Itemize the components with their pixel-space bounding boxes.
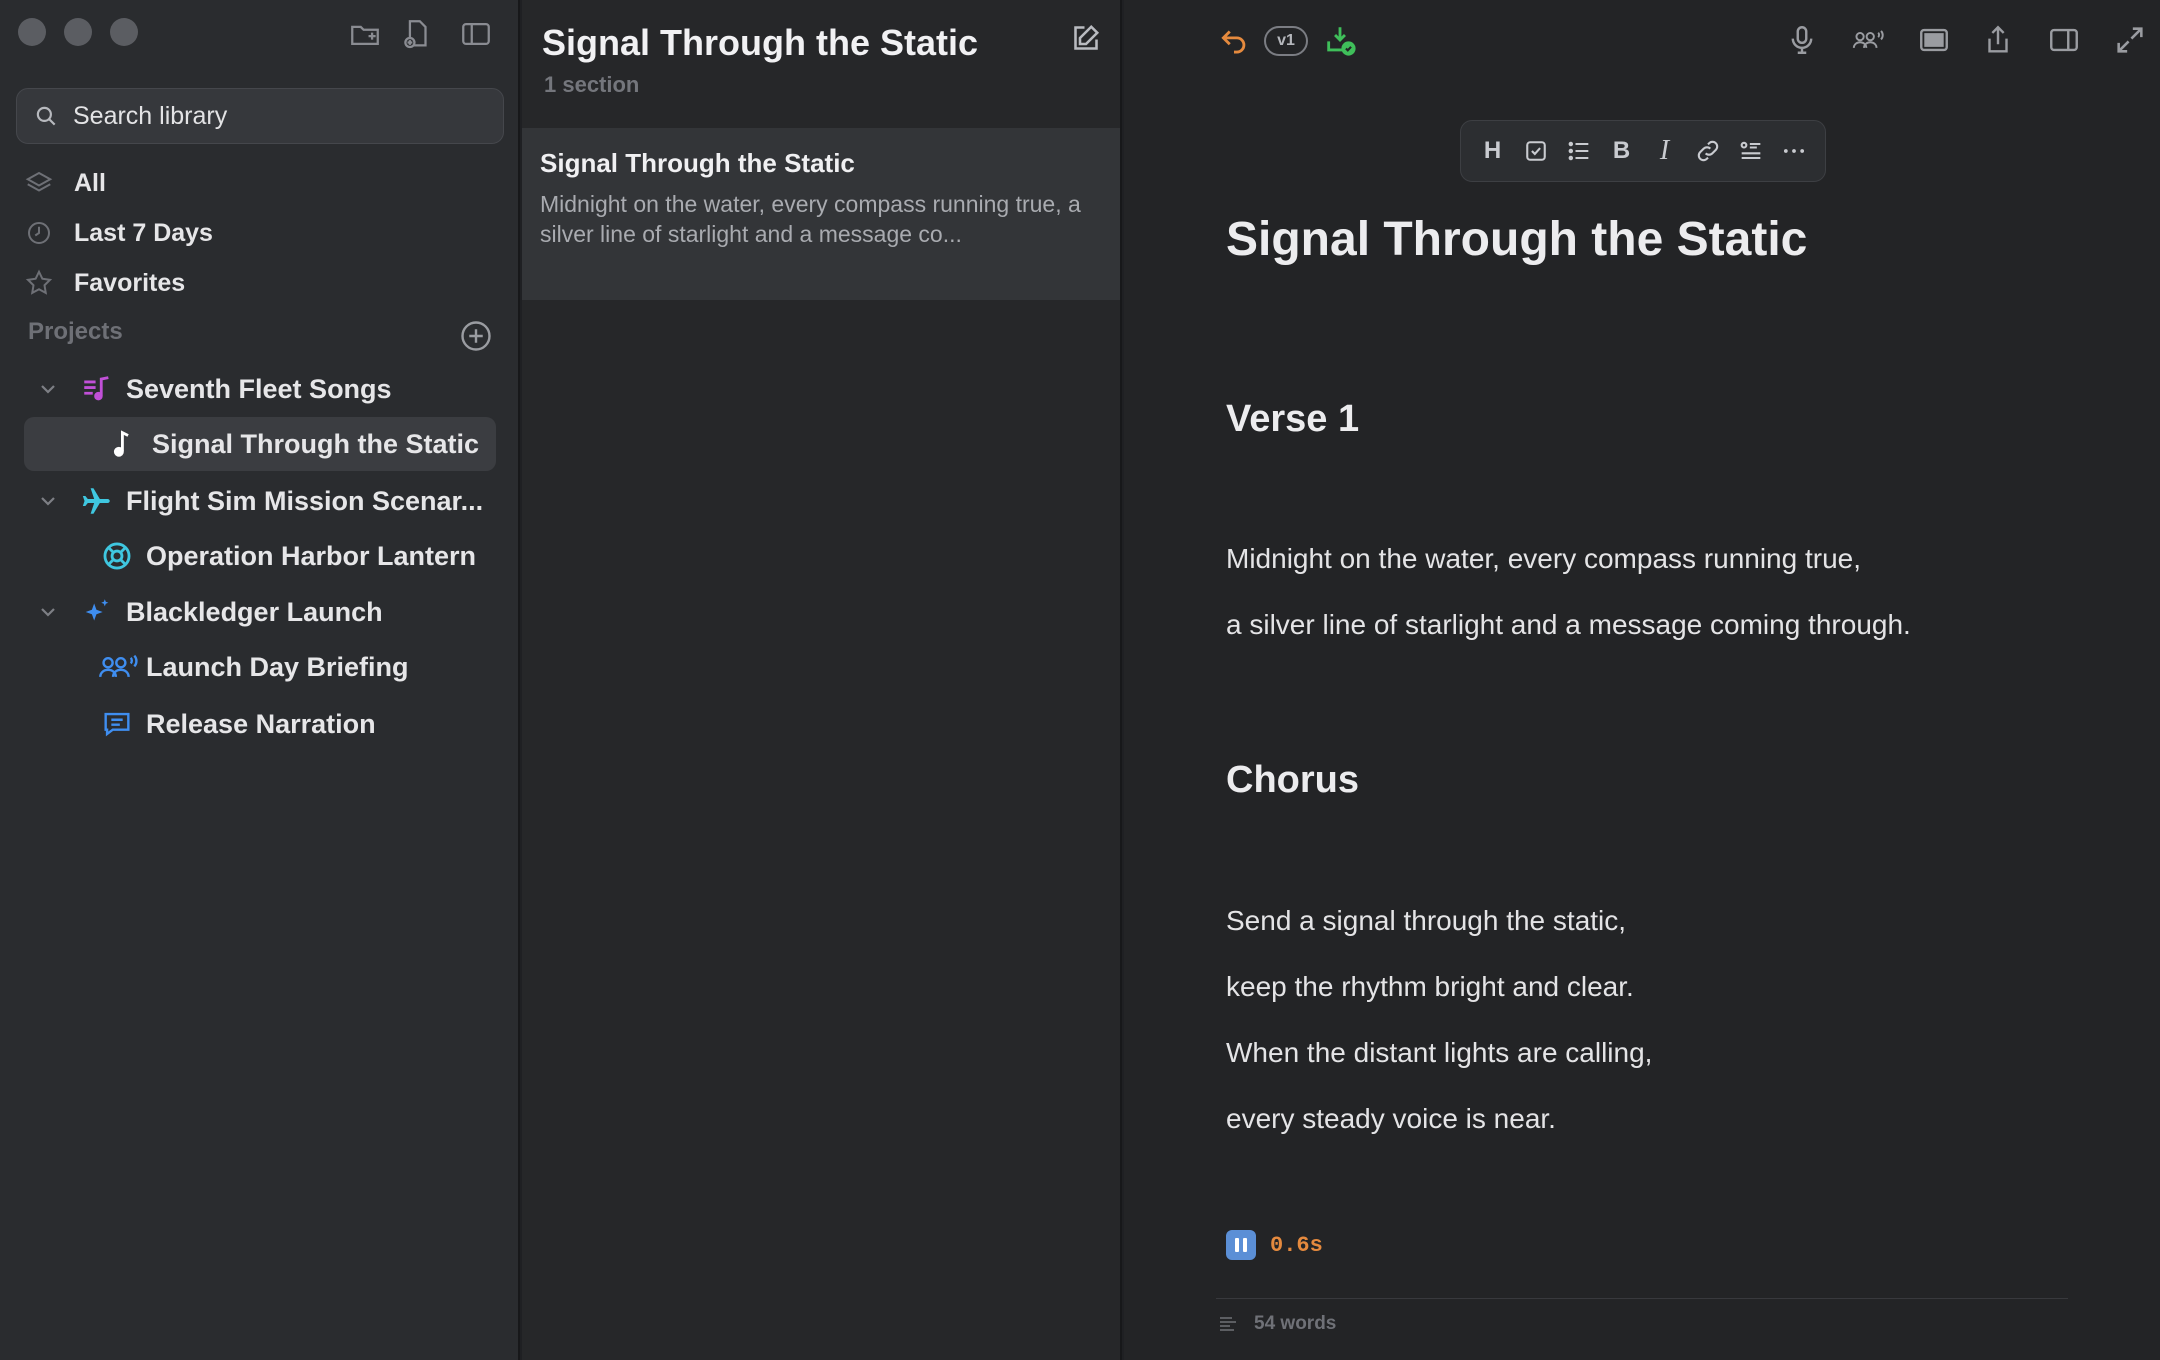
bullet-list-button[interactable] (1557, 129, 1600, 173)
tree-item-label: Operation Harbor Lantern (146, 540, 477, 571)
project-flight-sim-mission-scenarios[interactable]: Flight Sim Mission Scenar... (36, 474, 483, 528)
nav-item-label: All (74, 168, 106, 197)
toggle-inspector-icon[interactable] (2042, 18, 2086, 62)
document-title[interactable]: Signal Through the Static (1226, 212, 1807, 267)
footer-divider (1216, 1298, 2068, 1299)
lyric-line[interactable]: keep the rhythm bright and clear. (1226, 971, 1634, 1003)
version-badge[interactable]: v1 (1264, 26, 1308, 56)
window-minimize-button[interactable] (64, 18, 92, 46)
chevron-down-icon[interactable] (36, 600, 60, 624)
playback-timer: 0.6s (1226, 1230, 1323, 1260)
new-folder-icon[interactable] (345, 14, 385, 54)
bold-button[interactable]: B (1600, 129, 1643, 173)
music-list-icon (84, 376, 109, 401)
section-heading[interactable]: Chorus (1226, 759, 1359, 802)
lyric-line[interactable]: When the distant lights are calling, (1226, 1037, 1652, 1069)
heading-button[interactable]: H (1471, 129, 1514, 173)
lyric-line[interactable]: Send a signal through the static, (1226, 905, 1626, 937)
more-icon (1783, 149, 1804, 153)
checkbox-button[interactable] (1514, 129, 1557, 173)
bullet-list-icon (1568, 141, 1588, 161)
link-icon (1697, 140, 1718, 162)
new-note-icon[interactable] (397, 14, 437, 54)
project-blackledger-launch[interactable]: Blackledger Launch (36, 585, 383, 639)
music-note-icon (113, 430, 129, 457)
clock-icon (28, 222, 50, 244)
lyric-line[interactable]: a silver line of starlight and a message… (1226, 609, 1911, 641)
list-section-count: 1 section (544, 72, 640, 97)
save-status-icon[interactable] (1318, 18, 1362, 62)
tree-item-label: Flight Sim Mission Scenar... (126, 485, 484, 516)
more-button[interactable] (1772, 129, 1815, 173)
tree-item-release-narration[interactable]: Release Narration (100, 697, 376, 751)
tree-item-label: Seventh Fleet Songs (126, 373, 392, 404)
section-heading[interactable]: Verse 1 (1226, 398, 1359, 441)
block-style-button[interactable] (1729, 129, 1772, 173)
checkbox-icon (1525, 141, 1546, 161)
nav-item-label: Last 7 Days (74, 218, 213, 247)
window-zoom-button[interactable] (110, 18, 138, 46)
group-speaking-icon[interactable] (1846, 18, 1890, 62)
window-close-button[interactable] (18, 18, 46, 46)
tree-item-launch-day-briefing[interactable]: Launch Day Briefing (96, 640, 409, 694)
search-icon (36, 106, 56, 126)
toggle-sidebar-icon[interactable] (456, 14, 496, 54)
microphone-icon[interactable] (1780, 18, 1824, 62)
timer-value: 0.6s (1270, 1232, 1323, 1258)
note-card-snippet: Midnight on the water, every compass run… (540, 191, 1081, 247)
nav-item-label: Favorites (74, 268, 186, 297)
italic-button[interactable]: I (1643, 129, 1686, 173)
share-icon[interactable] (1976, 18, 2020, 62)
sparkles-icon (85, 599, 109, 621)
tree-item-operation-harbor-lantern[interactable]: Operation Harbor Lantern (100, 529, 476, 583)
layers-icon (25, 171, 53, 192)
list-block-icon (1740, 141, 1760, 160)
word-count-label: 54 words (1254, 1313, 1337, 1334)
lyric-line[interactable]: Midnight on the water, every compass run… (1226, 543, 1861, 575)
note-card[interactable]: Signal Through the Static Midnight on th… (522, 128, 1120, 300)
formatting-toolbar: H B I (1460, 120, 1826, 182)
compose-icon[interactable] (1068, 20, 1104, 56)
list-title: Signal Through the Static (542, 22, 979, 63)
sidebar: All Last 7 Days Favorites Projects Seven… (0, 0, 520, 1360)
pause-button[interactable] (1226, 1230, 1256, 1260)
nav-item-favorites[interactable]: Favorites (24, 261, 185, 305)
presentation-icon[interactable] (1912, 18, 1956, 62)
note-list-panel: Signal Through the Static 1 section Sign… (522, 0, 1122, 1360)
chat-bubble-icon (104, 712, 130, 737)
editor-panel: v1 H B I Signal Through the Static Verse… (1124, 0, 2160, 1360)
tree-item-signal-through-the-static[interactable]: Signal Through the Static (24, 417, 496, 471)
text-lines-icon (1220, 1317, 1236, 1331)
tree-item-label: Launch Day Briefing (146, 651, 409, 682)
tree-item-label: Signal Through the Static (152, 428, 480, 459)
nav-item-all[interactable]: All (24, 161, 106, 205)
add-project-icon[interactable] (458, 318, 494, 354)
star-icon (25, 269, 53, 295)
nav-item-last-7-days[interactable]: Last 7 Days (24, 211, 213, 255)
tree-item-label: Blackledger Launch (126, 596, 383, 627)
expand-icon[interactable] (2108, 18, 2152, 62)
project-seventh-fleet-songs[interactable]: Seventh Fleet Songs (36, 362, 392, 416)
word-count[interactable]: 54 words (1216, 1312, 1336, 1336)
search-bar[interactable] (16, 88, 504, 144)
chevron-down-icon[interactable] (36, 489, 60, 513)
chevron-down-icon[interactable] (36, 377, 60, 401)
tree-item-label: Release Narration (146, 708, 376, 739)
airplane-icon (82, 488, 110, 514)
projects-section-label: Projects (28, 318, 123, 345)
search-input[interactable] (73, 101, 493, 131)
lyric-line[interactable]: every steady voice is near. (1226, 1103, 1556, 1135)
link-button[interactable] (1686, 129, 1729, 173)
lifebuoy-icon (103, 542, 131, 570)
group-speaking-icon (99, 654, 138, 678)
undo-icon[interactable] (1212, 18, 1256, 62)
note-card-title: Signal Through the Static (540, 148, 855, 178)
